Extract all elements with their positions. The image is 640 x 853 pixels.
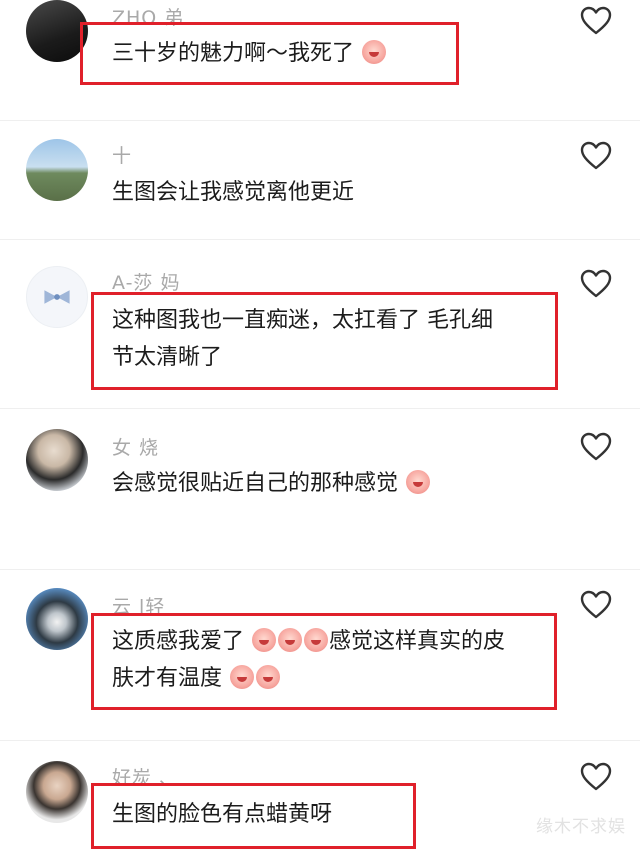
comment-text-line: 肤才有温度	[112, 660, 281, 698]
avatar[interactable]	[26, 761, 88, 823]
crying-face-icon	[362, 40, 387, 64]
comment-item: 十 生图会让我感觉离他更近	[0, 121, 640, 239]
peach-face-icon	[256, 665, 281, 689]
comment-text: 生图的脸色有点蜡黄呀	[112, 802, 333, 827]
comment-text-line: 这质感我爱了 感觉这样真实的皮	[112, 623, 505, 661]
avatar[interactable]	[26, 139, 88, 201]
like-heart-icon[interactable]	[580, 6, 612, 36]
comment-text-content: 肤才有温度	[112, 666, 223, 691]
comment-text-line: 这种图我也一直痴迷，太扛看了 毛孔细	[112, 308, 493, 333]
like-heart-icon[interactable]	[580, 141, 612, 171]
crying-face-icon	[406, 470, 431, 494]
peach-face-icon	[304, 628, 329, 652]
peach-face-icon	[278, 628, 303, 652]
comment-text-line: 节太清晰了	[112, 345, 223, 370]
comment-text-content: 感觉这样真实的皮	[329, 629, 506, 654]
comment-username[interactable]: 十	[112, 141, 132, 168]
comment-text-content: 这质感我爱了	[112, 629, 245, 654]
comment-text-content: 三十岁的魅力啊～我死了	[112, 41, 355, 66]
comment-item: A-莎 妈 这种图我也一直痴迷，太扛看了 毛孔细 节太清晰了	[0, 240, 640, 408]
avatar[interactable]	[26, 266, 88, 328]
like-heart-icon[interactable]	[580, 762, 612, 792]
comment-username[interactable]: A-莎 妈	[112, 268, 180, 295]
heart-eyes-face-icon	[230, 665, 255, 689]
like-heart-icon[interactable]	[580, 269, 612, 299]
comment-item: 云 l轻 这质感我爱了 感觉这样真实的皮 肤才有温度	[0, 570, 640, 740]
comment-username[interactable]: 女 烧	[112, 433, 159, 460]
bow-icon	[44, 290, 70, 304]
comment-text: 生图会让我感觉离他更近	[112, 180, 355, 205]
like-heart-icon[interactable]	[580, 590, 612, 620]
peach-face-icon	[252, 628, 277, 652]
comment-text-content: 会感觉很贴近自己的那种感觉	[112, 471, 399, 496]
comment-text: 会感觉很贴近自己的那种感觉	[112, 465, 431, 503]
avatar[interactable]	[26, 0, 88, 62]
comment-text: 三十岁的魅力啊～我死了	[112, 35, 387, 73]
like-heart-icon[interactable]	[580, 432, 612, 462]
comment-item: 女 烧 会感觉很贴近自己的那种感觉	[0, 409, 640, 569]
watermark: 缘木不求娱	[536, 817, 626, 837]
comment-item: ZHO 弟 三十岁的魅力啊～我死了	[0, 0, 640, 120]
avatar[interactable]	[26, 429, 88, 491]
avatar[interactable]	[26, 588, 88, 650]
